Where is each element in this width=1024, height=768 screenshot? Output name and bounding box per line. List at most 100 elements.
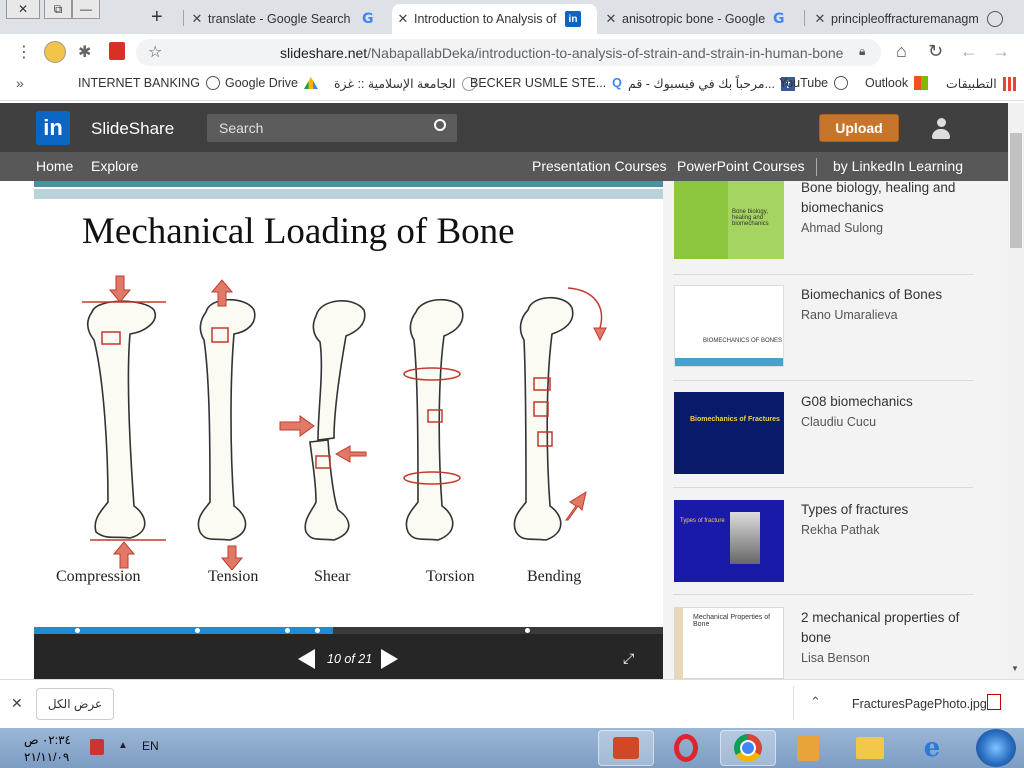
related-author[interactable]: Ahmad Sulong	[801, 221, 883, 235]
show-all-downloads-button[interactable]: عرض الكل	[36, 688, 114, 720]
related-title[interactable]: Bone biology, healing and biomechanics	[801, 178, 971, 218]
download-file-name[interactable]: FracturesPagePhoto.jpg	[852, 697, 987, 711]
back-icon[interactable]: ←	[960, 41, 978, 62]
bookmark-outlook[interactable]: Outlook	[865, 76, 929, 90]
url-path: /NabapallabDeka/introduction-to-analysis…	[367, 45, 844, 61]
taskbar-powerpoint[interactable]	[598, 730, 654, 766]
nav-explore[interactable]: Explore	[91, 158, 138, 174]
related-title[interactable]: Types of fractures	[801, 500, 971, 520]
language-indicator[interactable]: EN	[142, 739, 159, 753]
menu-dots-icon[interactable]: ⋮	[16, 42, 32, 62]
nav-home[interactable]: Home	[36, 158, 73, 174]
slide-progress-bar[interactable]	[34, 627, 663, 634]
nav-presentation-courses[interactable]: Presentation Courses	[532, 158, 667, 174]
related-author[interactable]: Claudiu Cucu	[801, 415, 876, 429]
profile-avatar[interactable]	[44, 41, 66, 63]
thumb-text: Mechanical Properties of Bone	[693, 614, 771, 628]
pdf-extension-icon[interactable]	[109, 42, 125, 60]
taskbar-chrome[interactable]	[720, 730, 776, 766]
apps-grid-icon	[1002, 76, 1017, 91]
reload-icon[interactable]: ↻	[928, 41, 943, 62]
bookmark-label: INTERNET BANKING	[78, 76, 201, 90]
home-icon[interactable]: ⌂	[896, 41, 907, 62]
thumb-text: Bone biology, healing and biomechanics	[728, 181, 784, 259]
next-slide-icon[interactable]	[381, 649, 398, 669]
previous-slide-icon[interactable]	[298, 649, 315, 669]
related-title[interactable]: Biomechanics of Bones	[801, 285, 971, 305]
bookmark-star-icon[interactable]: ☆	[148, 42, 162, 62]
fullscreen-icon[interactable]: ⤢	[623, 650, 634, 667]
chapter-marker[interactable]	[315, 628, 320, 633]
bookmark-google-drive[interactable]: Google Drive	[225, 76, 318, 90]
power-icon[interactable]	[90, 739, 104, 755]
taskbar-file-explorer[interactable]	[842, 730, 898, 766]
tab-principle[interactable]: ✕ principleoffracturemanagm	[809, 4, 1014, 34]
close-tab-icon[interactable]: ✕	[392, 11, 414, 27]
close-tab-icon[interactable]: ✕	[809, 11, 831, 27]
bookmark-facebook[interactable]: مرحباً بك في فيسبوك - قم... f	[628, 76, 795, 91]
scrollbar-thumb[interactable]	[1010, 133, 1022, 248]
related-author[interactable]: Rekha Pathak	[801, 523, 880, 537]
related-author[interactable]: Rano Umaralieva	[801, 308, 898, 322]
tab-introduction[interactable]: ✕ Introduction to Analysis of in	[392, 4, 597, 34]
search-icon[interactable]	[434, 119, 446, 131]
related-thumbnail[interactable]: BIOMECHANICS OF BONES	[674, 285, 784, 367]
minimize-window-button[interactable]: —	[72, 0, 100, 19]
bookmark-label: YouTube	[779, 76, 829, 90]
bookmark-label: مرحباً بك في فيسبوك - قم...	[628, 77, 775, 91]
globe-icon	[987, 11, 1003, 27]
chapter-marker[interactable]	[195, 628, 200, 633]
thumb-text: Types of fracture	[680, 518, 725, 524]
linkedin-logo-icon[interactable]: in	[36, 111, 70, 145]
chapter-marker[interactable]	[75, 628, 80, 633]
close-tab-icon[interactable]: ✕	[600, 11, 622, 27]
bookmark-youtube[interactable]: YouTube	[779, 76, 849, 90]
bookmark-becker[interactable]: BECKER USMLE STE... Q	[470, 76, 622, 90]
new-tab-button[interactable]: +	[151, 6, 163, 29]
chapter-marker[interactable]	[525, 628, 530, 633]
slide-label-shear: Shear	[314, 568, 351, 585]
bookmark-university[interactable]: الجامعة الإسلامية :: غزة	[334, 76, 476, 91]
taskbar-internet-explorer[interactable]: e	[904, 730, 960, 766]
restore-window-button[interactable]: ⧉	[44, 0, 72, 19]
slideshare-logo-text[interactable]: SlideShare	[91, 119, 174, 139]
chrome-icon	[734, 734, 762, 762]
clock-date[interactable]: ٢١/١١/٠٩	[24, 750, 69, 764]
related-thumbnail[interactable]: Mechanical Properties of Bone	[674, 607, 784, 680]
slide-label-compression: Compression	[56, 568, 141, 585]
close-tab-icon[interactable]: ✕	[186, 11, 208, 27]
related-thumbnail[interactable]: Biomechanics of Fractures	[674, 392, 784, 474]
user-avatar-icon[interactable]	[932, 118, 950, 140]
related-author[interactable]: Lisa Benson	[801, 651, 870, 665]
related-thumbnail[interactable]: Bone biology, healing and biomechanics	[674, 181, 784, 259]
bookmark-label: Google Drive	[225, 76, 298, 90]
scroll-down-icon[interactable]: ▼	[1011, 664, 1019, 673]
extensions-icon[interactable]: ✱	[78, 42, 91, 62]
show-hidden-icons-icon[interactable]: ▲	[118, 740, 128, 751]
bookmark-apps[interactable]: التطبيقات	[946, 76, 1017, 91]
bookmark-label: التطبيقات	[946, 77, 997, 91]
tab-translate[interactable]: ✕ translate - Google Search G	[186, 4, 390, 34]
tab-anisotropic[interactable]: ✕ anisotropic bone - Google G	[600, 4, 800, 34]
taskbar-media-player[interactable]	[780, 730, 836, 766]
upload-button[interactable]: Upload	[819, 114, 899, 142]
start-button[interactable]	[976, 729, 1016, 767]
powerpoint-icon	[613, 737, 639, 759]
close-download-bar-icon[interactable]: ✕	[11, 695, 23, 712]
related-thumbnail[interactable]: Types of fracture	[674, 500, 784, 582]
taskbar-opera[interactable]	[658, 730, 714, 766]
close-window-button[interactable]: ✕	[6, 0, 40, 19]
forward-icon[interactable]: →	[992, 41, 1010, 62]
download-options-chevron-icon[interactable]: ⌃	[810, 694, 821, 710]
tab-title: principleoffracturemanagm	[831, 12, 979, 26]
bookmark-internet-banking[interactable]: INTERNET BANKING	[78, 76, 221, 90]
microsoft-icon	[914, 76, 929, 90]
url-text[interactable]: slideshare.net/NabapallabDeka/introducti…	[280, 45, 843, 61]
lock-icon[interactable]: 🔒︎	[859, 44, 865, 59]
bookmark-label: الجامعة الإسلامية :: غزة	[334, 77, 456, 91]
related-title[interactable]: 2 mechanical properties of bone	[801, 608, 971, 648]
related-title[interactable]: G08 biomechanics	[801, 392, 971, 412]
chapter-marker[interactable]	[285, 628, 290, 633]
more-bookmarks-icon[interactable]: »	[16, 75, 24, 91]
clock-time[interactable]: ٠٢:٣٤ ص	[24, 733, 71, 747]
